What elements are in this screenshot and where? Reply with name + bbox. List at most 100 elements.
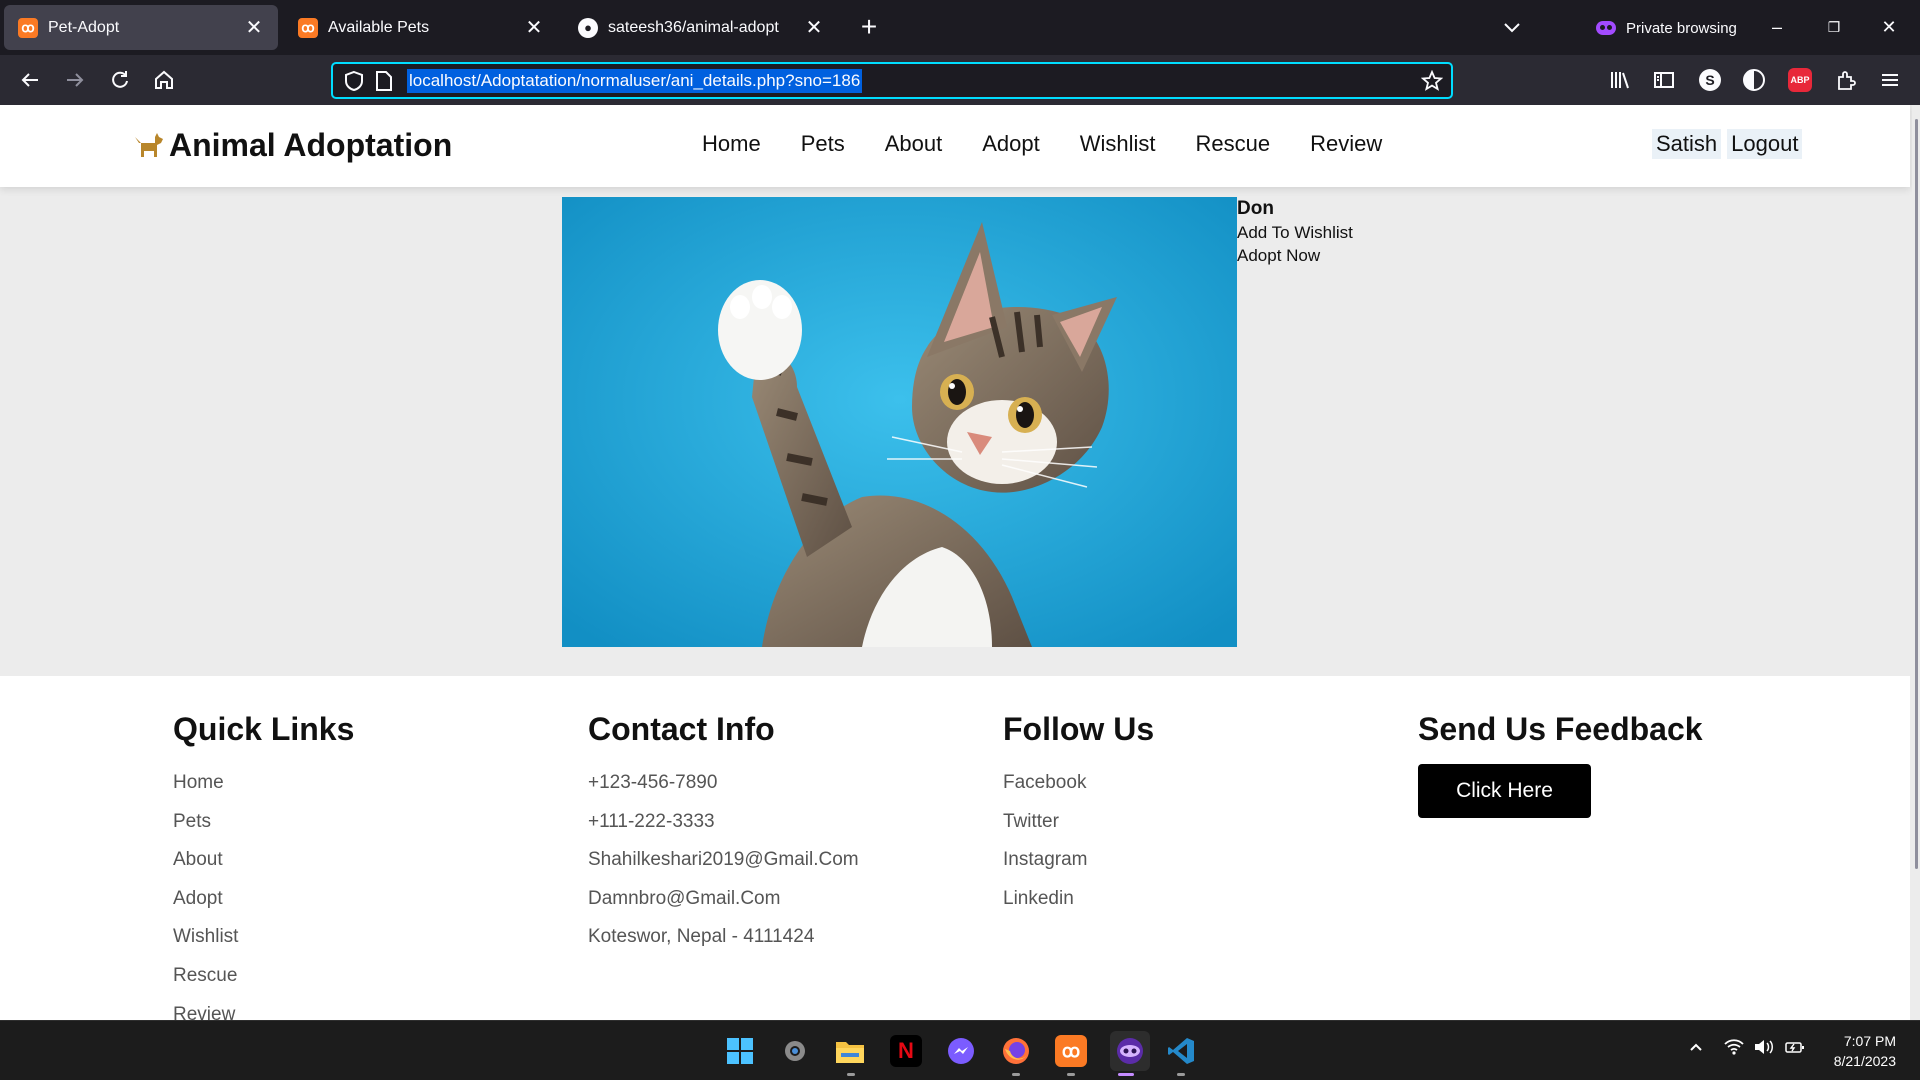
netflix-icon[interactable]: N	[890, 1035, 922, 1067]
nav-wishlist[interactable]: Wishlist	[1080, 131, 1156, 157]
close-icon[interactable]: ✕	[804, 15, 824, 40]
footer-link-pets[interactable]: Pets	[173, 803, 354, 842]
tab-available-pets[interactable]: ꝏ Available Pets ✕	[284, 5, 558, 50]
footer-quick-links: Quick Links Home Pets About Adopt Wishli…	[173, 711, 354, 1020]
footer-link-about[interactable]: About	[173, 841, 354, 880]
arrow-right-icon	[67, 73, 84, 87]
hamburger-menu-icon[interactable]	[1876, 66, 1904, 94]
contact-phone-2[interactable]: +111-222-3333	[588, 803, 859, 842]
dark-reader-icon[interactable]	[1740, 66, 1768, 94]
contact-address: Koteswor, Nepal - 4111424	[588, 926, 815, 948]
firefox-icon[interactable]	[1000, 1035, 1032, 1067]
add-to-wishlist-link[interactable]: Add To Wishlist	[1237, 221, 1353, 244]
site-footer: Quick Links Home Pets About Adopt Wishli…	[0, 676, 1910, 1020]
chevron-down-icon[interactable]	[1498, 14, 1526, 42]
file-explorer-icon[interactable]	[834, 1035, 866, 1067]
contact-phone-1[interactable]: +123-456-7890	[588, 764, 859, 803]
wifi-icon[interactable]	[1724, 1039, 1744, 1060]
footer-link-adopt[interactable]: Adopt	[173, 880, 354, 919]
shield-icon[interactable]	[343, 70, 365, 92]
contact-email-1[interactable]: Shahilkeshari2019@Gmail.Com	[588, 841, 859, 880]
battery-icon[interactable]	[1785, 1039, 1805, 1060]
url-text[interactable]: localhost/Adoptatation/normaluser/ani_de…	[407, 68, 863, 93]
minimize-button[interactable]: –	[1754, 10, 1800, 44]
logout-link[interactable]: Logout	[1727, 129, 1803, 159]
main-menu: Home Pets About Adopt Wishlist Rescue Re…	[702, 131, 1422, 157]
back-button[interactable]	[14, 64, 46, 96]
tab-label: Pet-Adopt	[48, 18, 120, 36]
social-link-twitter[interactable]: Twitter	[1003, 803, 1154, 842]
nav-pets[interactable]: Pets	[801, 131, 845, 157]
footer-link-review[interactable]: Review	[173, 996, 354, 1020]
footer-follow-us: Follow Us Facebook Twitter Instagram Lin…	[1003, 711, 1154, 918]
xampp-icon[interactable]: ꝏ	[1055, 1035, 1087, 1067]
firefox-private-icon[interactable]	[1110, 1031, 1150, 1071]
reload-icon	[112, 71, 128, 88]
bookmark-star-icon[interactable]	[1421, 70, 1443, 92]
extensions-icon[interactable]	[1832, 66, 1860, 94]
new-tab-button[interactable]: +	[856, 10, 882, 44]
xampp-icon: ꝏ	[298, 17, 318, 38]
brand-name: Animal Adoptation	[169, 127, 453, 163]
private-browsing-label: Private browsing	[1626, 19, 1737, 37]
feedback-title: Send Us Feedback	[1418, 711, 1703, 747]
forward-button[interactable]	[59, 64, 91, 96]
app-running-indicator	[1177, 1073, 1185, 1076]
scrollbar-thumb[interactable]	[1915, 119, 1918, 869]
app-running-indicator	[1067, 1073, 1075, 1076]
contact-info-title: Contact Info	[588, 711, 775, 747]
settings-icon[interactable]	[779, 1035, 811, 1067]
follow-us-title: Follow Us	[1003, 711, 1155, 747]
social-link-facebook[interactable]: Facebook	[1003, 764, 1154, 803]
nav-review[interactable]: Review	[1310, 131, 1382, 157]
footer-link-wishlist[interactable]: Wishlist	[173, 918, 354, 957]
page-viewport: Animal Adoptation Home Pets About Adopt …	[0, 105, 1920, 1020]
user-links: Satish Logout	[1646, 129, 1803, 159]
sidebar-icon[interactable]	[1650, 66, 1678, 94]
library-icon[interactable]	[1606, 66, 1634, 94]
reload-button[interactable]	[104, 64, 136, 96]
url-bar[interactable]: localhost/Adoptatation/normaluser/ani_de…	[331, 62, 1453, 99]
user-profile-link[interactable]: Satish	[1652, 129, 1722, 159]
app-running-indicator	[847, 1073, 855, 1076]
github-icon: ●	[578, 17, 598, 38]
close-icon[interactable]: ✕	[244, 15, 264, 40]
restore-button[interactable]: ❐	[1811, 10, 1857, 44]
chevron-up-icon[interactable]	[1688, 1039, 1704, 1060]
vscode-icon[interactable]	[1165, 1035, 1197, 1067]
dog-icon	[135, 132, 163, 157]
windows-start-icon[interactable]	[724, 1035, 756, 1067]
system-clock[interactable]: 7:07 PM 8/21/2023	[1822, 1031, 1896, 1071]
private-browsing-indicator: Private browsing	[1596, 14, 1737, 42]
footer-contact-info: Contact Info +123-456-7890 +111-222-3333…	[588, 711, 859, 957]
adblock-plus-icon[interactable]: ABP	[1786, 66, 1814, 94]
tab-github-repo[interactable]: ● sateesh36/animal-adopt ✕	[564, 5, 838, 50]
browser-nav-bar: localhost/Adoptatation/normaluser/ani_de…	[0, 55, 1920, 105]
pet-photo	[562, 197, 1237, 647]
feedback-button[interactable]: Click Here	[1418, 764, 1591, 818]
close-icon[interactable]: ✕	[524, 15, 544, 40]
close-window-button[interactable]: ✕	[1866, 10, 1912, 44]
footer-link-rescue[interactable]: Rescue	[173, 957, 354, 996]
messenger-icon[interactable]	[945, 1035, 977, 1067]
home-button[interactable]	[148, 64, 180, 96]
tab-pet-adopt[interactable]: ꝏ Pet-Adopt ✕	[4, 5, 278, 50]
contact-email-2[interactable]: Damnbro@Gmail.Com	[588, 880, 859, 919]
footer-feedback: Send Us Feedback Click Here	[1418, 711, 1703, 818]
nav-about[interactable]: About	[885, 131, 943, 157]
nav-rescue[interactable]: Rescue	[1196, 131, 1271, 157]
nav-adopt[interactable]: Adopt	[982, 131, 1040, 157]
nav-home[interactable]: Home	[702, 131, 761, 157]
footer-link-home[interactable]: Home	[173, 764, 354, 803]
site-logo[interactable]: Animal Adoptation	[133, 127, 452, 164]
social-link-linkedin[interactable]: Linkedin	[1003, 880, 1154, 919]
social-link-instagram[interactable]: Instagram	[1003, 841, 1154, 880]
volume-icon[interactable]	[1754, 1039, 1774, 1060]
quick-links-title: Quick Links	[173, 711, 355, 747]
page-scrollbar[interactable]	[1912, 105, 1920, 1020]
account-s-icon[interactable]: S	[1696, 66, 1724, 94]
app-running-indicator	[1012, 1073, 1020, 1076]
private-mask-icon	[1596, 21, 1616, 35]
xampp-icon: ꝏ	[18, 17, 38, 38]
adopt-now-link[interactable]: Adopt Now	[1237, 244, 1353, 267]
